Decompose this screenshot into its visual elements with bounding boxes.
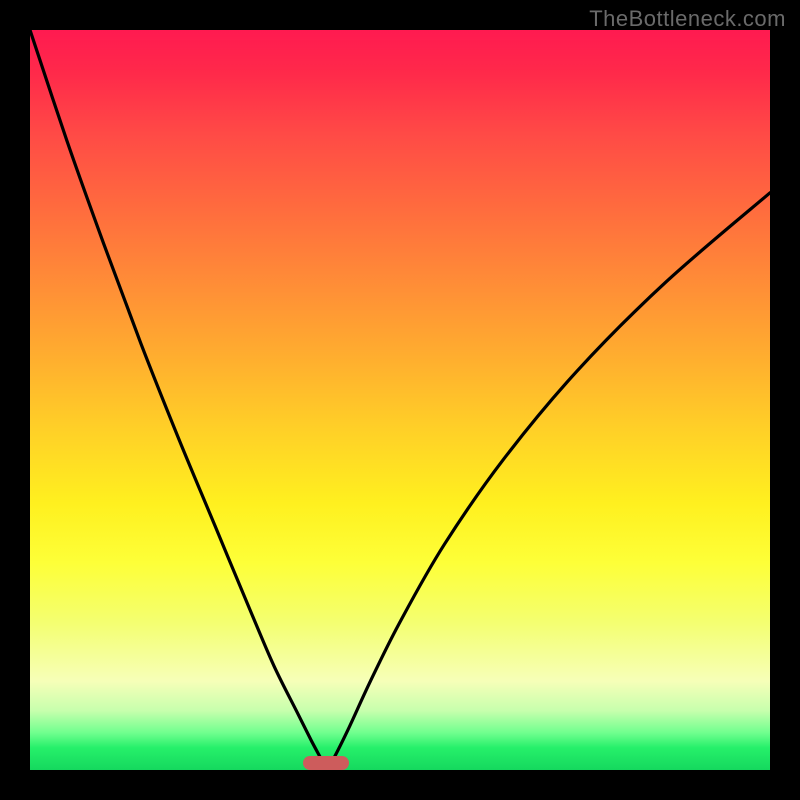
plot-area — [30, 30, 770, 770]
watermark-text: TheBottleneck.com — [589, 6, 786, 32]
bottleneck-curve — [30, 30, 770, 770]
minimum-marker — [303, 756, 349, 770]
chart-frame: TheBottleneck.com — [0, 0, 800, 800]
